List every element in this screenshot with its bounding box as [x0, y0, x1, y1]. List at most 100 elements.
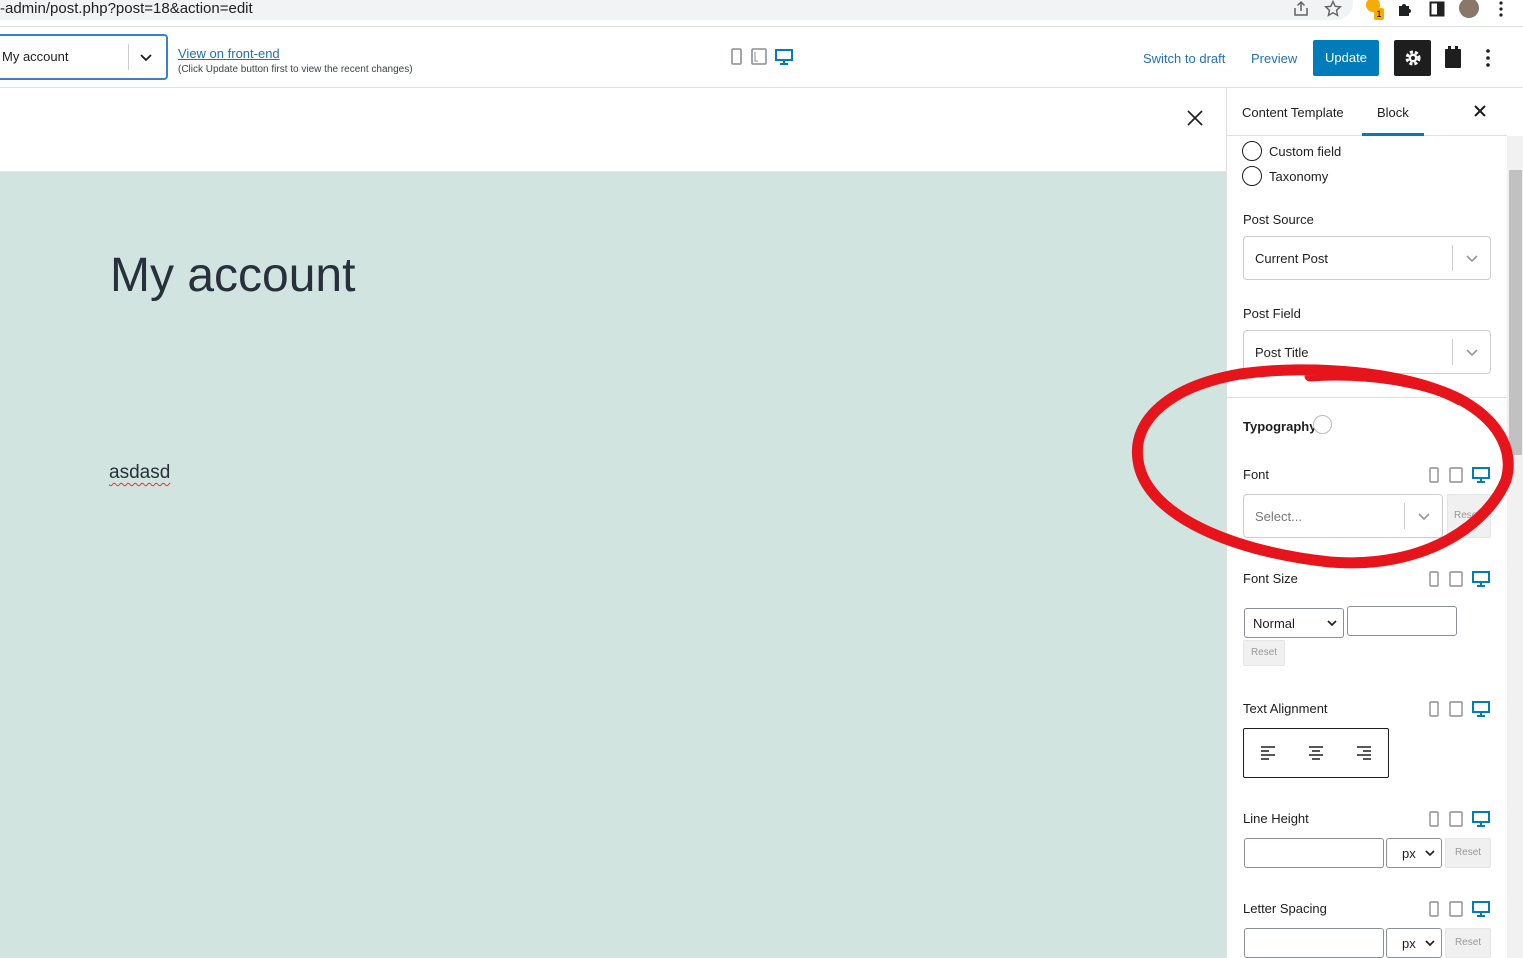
browser-menu-icon[interactable] [1492, 0, 1510, 18]
select-separator [1452, 339, 1453, 365]
mobile-device-icon[interactable] [1427, 571, 1441, 587]
chevron-down-icon[interactable] [136, 47, 156, 67]
line-height-input[interactable] [1244, 838, 1384, 868]
line-height-unit: px [1402, 846, 1416, 861]
tablet-device-icon[interactable] [1449, 811, 1463, 827]
align-left-icon[interactable] [1259, 744, 1277, 762]
font-select-placeholder: Select... [1255, 509, 1302, 524]
block-library-icon[interactable] [1441, 44, 1465, 72]
letter-spacing-unit: px [1402, 936, 1416, 951]
chevron-down-icon[interactable] [1463, 249, 1481, 267]
close-sidebar-icon[interactable] [1471, 102, 1489, 120]
line-height-label: Line Height [1243, 811, 1309, 826]
sidebar-scrollbar-thumb[interactable] [1509, 170, 1522, 455]
post-field-label: Post Field [1243, 306, 1301, 321]
tab-content-template[interactable]: Content Template [1242, 105, 1344, 120]
more-options-icon[interactable] [1478, 46, 1498, 70]
text-alignment-group [1243, 728, 1389, 778]
letter-spacing-reset-button[interactable]: Reset [1445, 928, 1491, 958]
editor-header: My account View on front-end (Click Upda… [0, 26, 1523, 88]
align-center-icon[interactable] [1307, 744, 1325, 762]
radio-label: Taxonomy [1269, 169, 1329, 184]
tablet-device-icon[interactable] [1449, 901, 1463, 917]
select-separator [128, 44, 129, 70]
tablet-preview-icon[interactable] [750, 47, 768, 67]
share-icon[interactable] [1292, 0, 1310, 18]
switch-to-draft-button[interactable]: Switch to draft [1143, 51, 1225, 66]
chevron-down-icon [1326, 617, 1338, 629]
desktop-device-icon[interactable] [1472, 467, 1490, 483]
font-reset-button[interactable]: Reset [1447, 494, 1491, 538]
desktop-preview-icon[interactable] [774, 47, 793, 67]
active-tab-indicator [1362, 133, 1424, 136]
close-icon[interactable] [1184, 107, 1206, 129]
mobile-device-icon[interactable] [1427, 467, 1441, 483]
page-title[interactable]: My account [110, 248, 355, 303]
font-size-select-value: Normal [1253, 616, 1295, 631]
url-text[interactable]: -admin/post.php?post=18&action=edit [0, 0, 253, 17]
font-label: Font [1243, 467, 1270, 482]
desktop-device-icon[interactable] [1472, 811, 1490, 827]
bookmark-star-icon[interactable] [1323, 0, 1343, 18]
settings-button[interactable] [1394, 40, 1431, 76]
radio-button[interactable] [1242, 166, 1262, 186]
font-size-reset-button[interactable]: Reset [1243, 640, 1285, 666]
select-separator [1404, 503, 1405, 529]
reset-label: Reset [1454, 510, 1481, 521]
view-front-end-hint: (Click Update button first to view the r… [178, 64, 413, 75]
tablet-device-icon[interactable] [1449, 701, 1463, 717]
tab-block[interactable]: Block [1377, 105, 1409, 120]
template-select[interactable]: My account [0, 34, 168, 80]
letter-spacing-label: Letter Spacing [1243, 901, 1327, 916]
font-size-input[interactable] [1347, 606, 1457, 636]
letter-spacing-input[interactable] [1244, 928, 1384, 958]
side-panel-icon[interactable] [1428, 0, 1446, 18]
chevron-down-icon [1424, 847, 1436, 859]
mobile-device-icon[interactable] [1427, 811, 1441, 827]
radio-label: Custom field [1269, 144, 1342, 159]
browser-toolbar: -admin/post.php?post=18&action=edit 1 [0, 0, 1523, 22]
mobile-device-icon[interactable] [1427, 701, 1441, 717]
update-button[interactable]: Update [1313, 40, 1379, 76]
gear-icon [1403, 48, 1423, 73]
template-select-value: My account [2, 49, 69, 64]
post-field-value: Post Title [1255, 345, 1309, 360]
mobile-preview-icon[interactable] [728, 47, 746, 67]
radio-button[interactable] [1242, 141, 1262, 161]
tablet-device-icon[interactable] [1449, 571, 1463, 587]
mobile-device-icon[interactable] [1427, 901, 1441, 917]
editor-canvas[interactable]: My account asdasd [0, 172, 1226, 958]
font-size-label: Font Size [1243, 571, 1298, 586]
chevron-down-icon[interactable] [1463, 343, 1481, 361]
settings-sidebar: Content Template Block Custom field Taxo… [1226, 88, 1523, 958]
line-height-unit-select[interactable]: px [1386, 838, 1442, 868]
desktop-device-icon[interactable] [1472, 571, 1490, 587]
tablet-device-icon[interactable] [1449, 467, 1463, 483]
post-field-select[interactable]: Post Title [1243, 330, 1491, 374]
page-body-text[interactable]: asdasd [109, 462, 170, 484]
preview-button[interactable]: Preview [1251, 51, 1297, 66]
canvas-top-bar [0, 88, 1226, 172]
text-alignment-label: Text Alignment [1243, 701, 1328, 716]
chevron-down-icon[interactable] [1415, 507, 1433, 525]
profile-avatar[interactable] [1459, 0, 1479, 18]
desktop-device-icon[interactable] [1472, 701, 1490, 717]
reset-label: Reset [1454, 847, 1482, 858]
view-front-end-link[interactable]: View on front-end [178, 46, 280, 61]
section-divider [1227, 397, 1507, 398]
font-size-select[interactable]: Normal [1244, 608, 1344, 638]
letter-spacing-unit-select[interactable]: px [1386, 928, 1442, 958]
line-height-reset-button[interactable]: Reset [1445, 838, 1491, 868]
reset-label: Reset [1454, 937, 1482, 948]
post-source-select[interactable]: Current Post [1243, 236, 1491, 280]
typography-toggle[interactable] [1313, 415, 1332, 434]
select-separator [1452, 245, 1453, 271]
align-right-icon[interactable] [1355, 744, 1373, 762]
font-select[interactable]: Select... [1243, 494, 1443, 538]
address-bar[interactable]: -admin/post.php?post=18&action=edit [0, 0, 1353, 20]
puzzle-extensions-icon[interactable] [1396, 0, 1414, 18]
post-source-label: Post Source [1243, 212, 1314, 227]
sidebar-tabs: Content Template Block [1227, 88, 1507, 136]
desktop-device-icon[interactable] [1472, 901, 1490, 917]
extension-badge-count: 1 [1374, 8, 1384, 20]
